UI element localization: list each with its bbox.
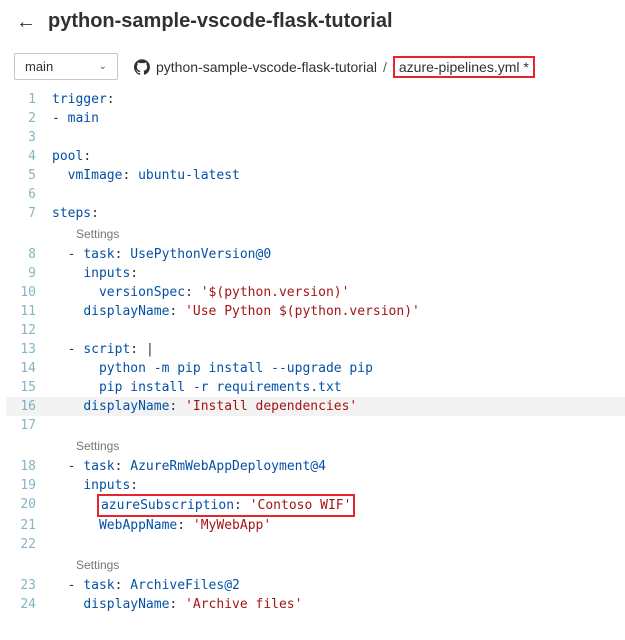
line-number: 3: [6, 128, 50, 147]
line-number: 11: [6, 302, 50, 321]
branch-selector[interactable]: main ⌄: [14, 53, 118, 80]
highlight-box: azureSubscription: 'Contoso WIF': [97, 494, 355, 517]
line-number: 9: [6, 264, 50, 283]
line-number: 15: [6, 378, 50, 397]
chevron-down-icon: ⌄: [99, 61, 107, 72]
line-number: 23: [6, 576, 50, 595]
breadcrumb-repo[interactable]: python-sample-vscode-flask-tutorial: [156, 59, 377, 75]
line-number: 19: [6, 476, 50, 495]
codelens-settings[interactable]: Settings: [52, 225, 119, 244]
line-number: 6: [6, 185, 50, 204]
line-number: 14: [6, 359, 50, 378]
line-number: 21: [6, 516, 50, 535]
line-number: 8: [6, 245, 50, 264]
github-icon: [134, 59, 150, 75]
line-number: 4: [6, 147, 50, 166]
line-number: 13: [6, 340, 50, 359]
breadcrumb-separator: /: [383, 59, 387, 75]
code-editor[interactable]: 1trigger: 2- main 3 4pool: 5 vmImage: ub…: [6, 90, 625, 614]
line-number: 10: [6, 283, 50, 302]
line-number: 22: [6, 535, 50, 554]
line-number: 20: [6, 495, 50, 514]
line-number: 7: [6, 204, 50, 223]
line-number: 16: [6, 397, 50, 416]
codelens-settings[interactable]: Settings: [52, 437, 119, 456]
breadcrumb: python-sample-vscode-flask-tutorial / az…: [134, 56, 535, 78]
back-arrow-icon[interactable]: ←: [16, 12, 36, 32]
line-number: 12: [6, 321, 50, 340]
line-number: 17: [6, 416, 50, 435]
line-number: 18: [6, 457, 50, 476]
line-number: 5: [6, 166, 50, 185]
branch-name: main: [25, 59, 53, 74]
line-number: 24: [6, 595, 50, 614]
page-title: python-sample-vscode-flask-tutorial: [48, 10, 393, 33]
line-number: 1: [6, 90, 50, 109]
breadcrumb-file[interactable]: azure-pipelines.yml *: [393, 56, 535, 78]
codelens-settings[interactable]: Settings: [52, 556, 119, 575]
line-number: 2: [6, 109, 50, 128]
